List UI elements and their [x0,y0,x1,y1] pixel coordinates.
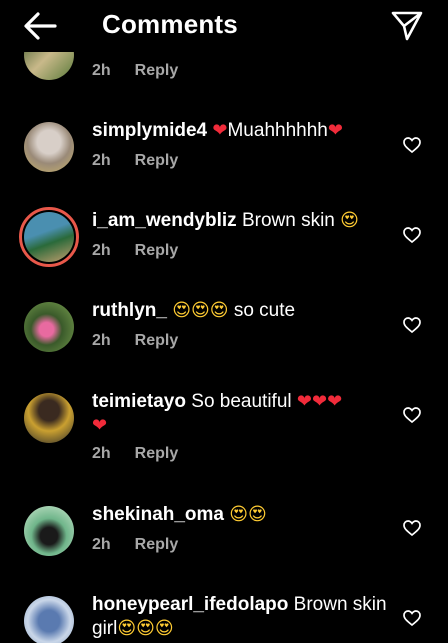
reply-link[interactable]: Reply [135,332,179,349]
comment-time: 2h [92,242,111,259]
emoji: ❤ [312,391,328,412]
emoji: ❤ [296,391,312,412]
comment-meta: 2h Reply [92,242,178,260]
avatar[interactable] [24,122,74,172]
heart-outline-icon[interactable] [402,136,422,154]
comment-time: 2h [92,152,111,169]
emoji: 😍 [229,504,249,525]
reply-link[interactable]: Reply [135,445,179,462]
comment-time: 2h [92,62,111,79]
comment-text: simplymide4 ❤Muahhhhhh❤ [92,120,343,141]
heart-outline-icon[interactable] [402,519,422,537]
reply-link[interactable]: Reply [135,152,179,169]
comment-time: 2h [92,536,111,553]
username[interactable]: simplymide4 [92,120,207,141]
comment-meta: 2h Reply [92,332,178,350]
heart-outline-icon[interactable] [402,609,422,627]
avatar[interactable] [24,506,74,556]
avatar[interactable] [19,207,79,267]
reply-link[interactable]: Reply [135,536,179,553]
back-button[interactable] [22,10,58,42]
reply-link[interactable]: Reply [135,62,179,79]
emoji: 😍 [340,210,359,231]
username[interactable]: ruthlyn_ [92,300,167,321]
emoji: 😍 [136,618,155,639]
avatar[interactable] [24,302,74,352]
comment-text: teimietayo So beautiful ❤❤❤ ❤ [92,391,343,436]
paper-plane-icon [391,11,423,41]
share-button[interactable] [390,8,424,42]
username[interactable]: teimietayo [92,391,186,412]
comment-meta: 2h Reply [92,536,178,554]
top-bar: Comments [0,0,448,52]
heart-outline-icon[interactable] [402,226,422,244]
emoji: 😍 [191,300,210,321]
username[interactable]: i_am_wendybliz [92,210,237,231]
comment-meta: 2h Reply [92,152,178,170]
emoji: ❤ [327,391,343,412]
comment-text: honeypearl_ifedolapo Brown skin girl😍😍😍 [92,594,387,639]
emoji: 😍 [154,618,174,639]
heart-outline-icon[interactable] [402,316,422,334]
emoji: 😍 [172,300,191,321]
comment-text: i_am_wendybliz Brown skin 😍 [92,210,359,231]
emoji: 😍 [209,300,229,321]
emoji: ❤ [92,415,108,436]
comment-meta: 2h Reply [92,62,178,80]
username[interactable]: honeypearl_ifedolapo [92,594,288,615]
heart-outline-icon[interactable] [402,406,422,424]
emoji: 😍 [248,504,267,525]
comment-text: shekinah_oma 😍😍 [92,503,392,527]
page-title: Comments [102,9,238,39]
avatar[interactable] [24,596,74,643]
emoji: ❤ [212,120,228,141]
comment-time: 2h [92,332,111,349]
username[interactable]: shekinah_oma [92,504,224,525]
emoji: ❤ [327,120,343,141]
reply-link[interactable]: Reply [135,242,179,259]
emoji: 😍 [117,618,137,639]
arrow-left-icon [24,12,57,40]
comment-text: ruthlyn_ 😍😍😍 so cute [92,300,296,321]
avatar[interactable] [24,393,74,443]
comment-meta: 2h Reply [92,445,178,463]
comment-time: 2h [92,445,111,462]
